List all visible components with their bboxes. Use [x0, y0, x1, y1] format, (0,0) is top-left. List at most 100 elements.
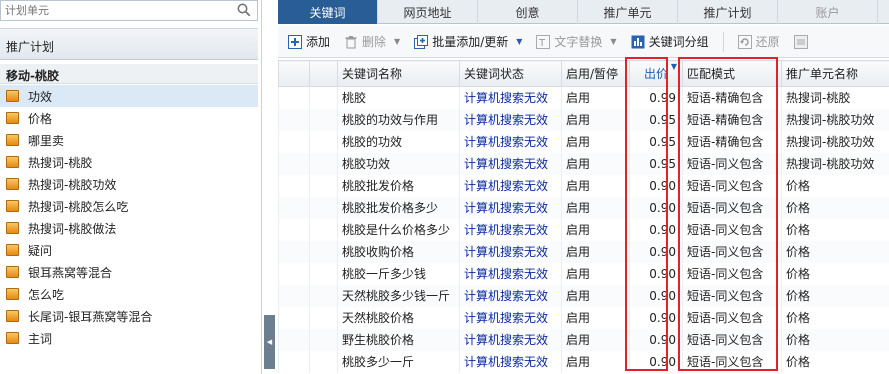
match-cell[interactable]: 短语-精确包含	[682, 130, 782, 153]
unit-list-item[interactable]: 功效	[0, 85, 258, 107]
match-cell[interactable]: 短语-同义包含	[682, 262, 782, 285]
row-select-cell[interactable]	[278, 174, 310, 197]
row-select-cell[interactable]	[278, 240, 310, 263]
enabled-cell[interactable]: 启用	[561, 284, 630, 307]
unit-list-item[interactable]: 热搜词-桃胶怎么吃	[0, 195, 258, 217]
col-header-status[interactable]: 关键词状态	[459, 60, 562, 87]
table-row[interactable]: 桃胶收购价格 计算机搜索无效 启用 0.90 短语-同义包含 价格	[278, 240, 889, 263]
table-row[interactable]: 桃胶批发价格 计算机搜索无效 启用 0.90 短语-同义包含 价格	[278, 174, 889, 197]
enabled-cell[interactable]: 启用	[561, 240, 630, 263]
match-cell[interactable]: 短语-同义包含	[682, 196, 782, 219]
bid-cell[interactable]: 0.90	[629, 174, 683, 197]
bulk-add-button[interactable]: 批量添加/更新 ▼	[414, 33, 522, 50]
search-input[interactable]	[1, 1, 221, 20]
bid-cell[interactable]: 0.90	[629, 262, 683, 285]
plan-name[interactable]: 移动-桃胶	[0, 64, 258, 84]
match-cell[interactable]: 短语-同义包含	[682, 152, 782, 175]
enabled-cell[interactable]: 启用	[561, 350, 630, 373]
enabled-cell[interactable]: 启用	[561, 262, 630, 285]
collapse-handle[interactable]: ◀	[264, 315, 275, 369]
unit-list-item[interactable]: 疑问	[0, 239, 258, 261]
enabled-cell[interactable]: 启用	[561, 328, 630, 351]
table-row[interactable]: 天然桃胶价格 计算机搜索无效 启用 0.90 短语-同义包含 价格	[278, 306, 889, 329]
row-select-header[interactable]	[278, 60, 310, 87]
match-cell[interactable]: 短语-精确包含	[682, 108, 782, 131]
match-cell[interactable]: 短语-精确包含	[682, 86, 782, 109]
unit-list-item[interactable]: 主词	[0, 327, 258, 349]
row-select-cell[interactable]	[278, 328, 310, 351]
row-select-cell[interactable]	[278, 284, 310, 307]
enabled-cell[interactable]: 启用	[561, 152, 630, 175]
bid-cell[interactable]: 0.90	[629, 240, 683, 263]
table-row[interactable]: 野生桃胶价格 计算机搜索无效 启用 0.90 短语-同义包含 价格	[278, 328, 889, 351]
bid-cell[interactable]: 0.95	[629, 108, 683, 131]
match-cell[interactable]: 短语-同义包含	[682, 174, 782, 197]
bid-cell[interactable]: 0.90	[629, 328, 683, 351]
unit-list-item[interactable]: 怎么吃	[0, 283, 258, 305]
search-icon[interactable]	[237, 3, 251, 17]
unit-list-item[interactable]: 银耳燕窝等混合	[0, 261, 258, 283]
table-row[interactable]: 桃胶的功效 计算机搜索无效 启用 0.95 短语-精确包含 热搜词-桃胶功效	[278, 130, 889, 153]
bid-cell[interactable]: 0.90	[629, 306, 683, 329]
bid-cell[interactable]: 0.90	[629, 284, 683, 307]
row-select-cell[interactable]	[278, 196, 310, 219]
keyword-group-button[interactable]: 关键词分组	[631, 33, 709, 50]
delete-button[interactable]: 删除 ▼	[344, 33, 400, 50]
restore-button[interactable]: 还原	[737, 33, 780, 50]
text-replace-button[interactable]: T 文字替换 ▼	[536, 33, 617, 50]
unit-list-item[interactable]: 哪里卖	[0, 129, 258, 151]
tab-4[interactable]: 推广计划	[678, 0, 778, 24]
enabled-cell[interactable]: 启用	[561, 306, 630, 329]
unit-list-item[interactable]: 热搜词-桃胶	[0, 151, 258, 173]
enabled-cell[interactable]: 启用	[561, 196, 630, 219]
row-select-cell[interactable]	[278, 86, 310, 109]
table-row[interactable]: 天然桃胶多少钱一斤 计算机搜索无效 启用 0.90 短语-同义包含 价格	[278, 284, 889, 307]
table-row[interactable]: 桃胶的功效与作用 计算机搜索无效 启用 0.95 短语-精确包含 热搜词-桃胶功效	[278, 108, 889, 131]
col-header-bid[interactable]: 出价 ▼	[629, 60, 683, 87]
table-row[interactable]: 桃胶功效 计算机搜索无效 启用 0.95 短语-同义包含 热搜词-桃胶功效	[278, 152, 889, 175]
table-row[interactable]: 桃胶批发价格多少 计算机搜索无效 启用 0.90 短语-同义包含 价格	[278, 196, 889, 219]
col-header-match[interactable]: 匹配模式	[682, 60, 782, 87]
tab-0[interactable]: 关键词	[278, 0, 378, 24]
row-select-cell[interactable]	[278, 350, 310, 373]
enabled-cell[interactable]: 启用	[561, 86, 630, 109]
match-cell[interactable]: 短语-同义包含	[682, 240, 782, 263]
row-select-cell[interactable]	[278, 218, 310, 241]
unit-list-item[interactable]: 热搜词-桃胶功效	[0, 173, 258, 195]
enabled-cell[interactable]: 启用	[561, 108, 630, 131]
col-header-enabled[interactable]: 启用/暂停	[561, 60, 630, 87]
search-box[interactable]	[0, 0, 258, 21]
enabled-cell[interactable]: 启用	[561, 218, 630, 241]
row-select-cell[interactable]	[278, 306, 310, 329]
row-select-cell[interactable]	[278, 152, 310, 175]
enabled-cell[interactable]: 启用	[561, 130, 630, 153]
col-header-keyword[interactable]: 关键词名称	[337, 60, 460, 87]
bid-cell[interactable]: 0.99	[629, 86, 683, 109]
table-row[interactable]: 桃胶 计算机搜索无效 启用 0.99 短语-精确包含 热搜词-桃胶	[278, 86, 889, 109]
add-button[interactable]: 添加	[288, 33, 330, 50]
unit-list-item[interactable]: 价格	[0, 107, 258, 129]
bid-cell[interactable]: 0.90	[629, 350, 683, 373]
bid-cell[interactable]: 0.95	[629, 130, 683, 153]
match-cell[interactable]: 短语-同义包含	[682, 350, 782, 373]
col-header-unit[interactable]: 推广单元名称	[781, 60, 889, 87]
table-row[interactable]: 桃胶多少一斤 计算机搜索无效 启用 0.90 短语-同义包含 价格	[278, 350, 889, 373]
table-row[interactable]: 桃胶是什么价格多少 计算机搜索无效 启用 0.90 短语-同义包含 价格	[278, 218, 889, 241]
unit-list-item[interactable]: 长尾词-银耳燕窝等混合	[0, 305, 258, 327]
more-button[interactable]	[793, 34, 812, 49]
unit-list-item[interactable]: 热搜词-桃胶做法	[0, 217, 258, 239]
tab-3[interactable]: 推广单元	[578, 0, 678, 24]
row-select-cell[interactable]	[278, 130, 310, 153]
bid-cell[interactable]: 0.90	[629, 218, 683, 241]
row-select-cell[interactable]	[278, 108, 310, 131]
match-cell[interactable]: 短语-同义包含	[682, 284, 782, 307]
bid-cell[interactable]: 0.95	[629, 152, 683, 175]
tab-1[interactable]: 网页地址	[378, 0, 478, 24]
tab-2[interactable]: 创意	[478, 0, 578, 24]
enabled-cell[interactable]: 启用	[561, 174, 630, 197]
match-cell[interactable]: 短语-同义包含	[682, 328, 782, 351]
bid-cell[interactable]: 0.90	[629, 196, 683, 219]
row-select-cell[interactable]	[278, 262, 310, 285]
match-cell[interactable]: 短语-同义包含	[682, 306, 782, 329]
table-row[interactable]: 桃胶一斤多少钱 计算机搜索无效 启用 0.90 短语-同义包含 价格	[278, 262, 889, 285]
